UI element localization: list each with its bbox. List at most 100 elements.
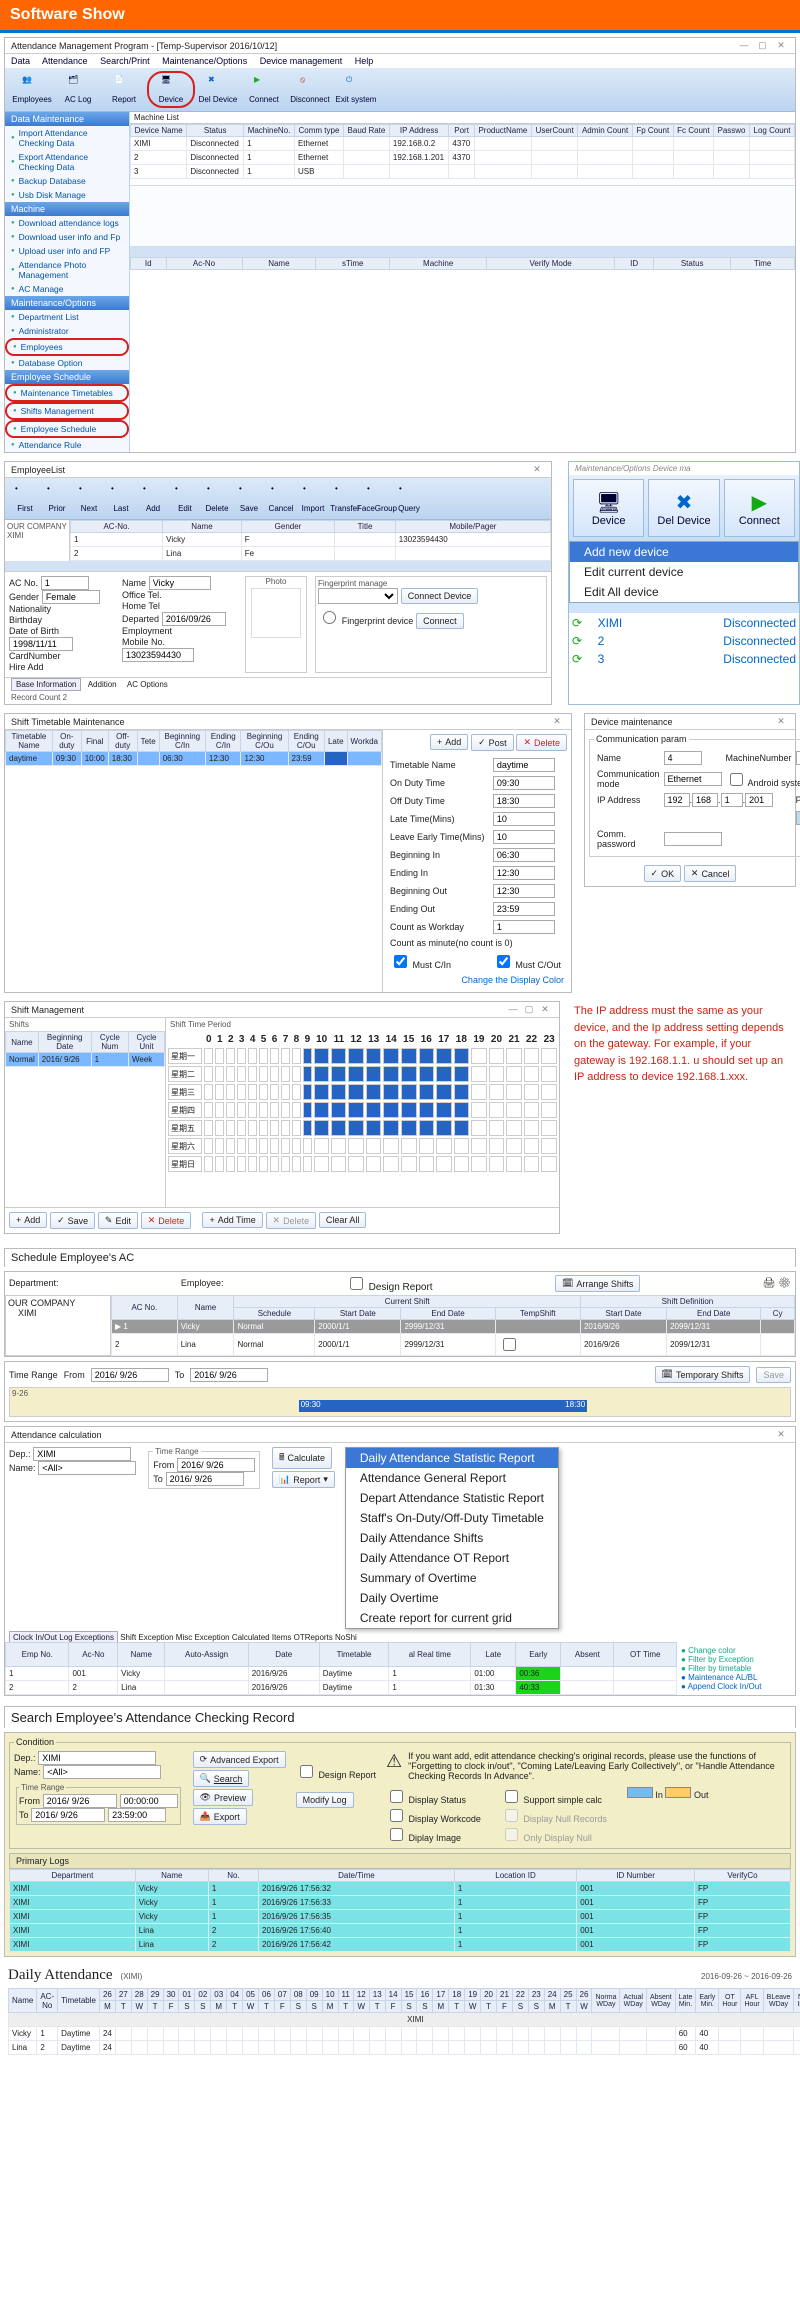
rpt-daily-shifts[interactable]: Daily Attendance Shifts	[346, 1528, 558, 1548]
menu-data[interactable]: Data	[11, 56, 30, 66]
ac-dep-select[interactable]	[33, 1447, 131, 1461]
tab-base-info[interactable]: Base Information	[11, 678, 81, 691]
side-photo-mgmt[interactable]: Attendance Photo Management	[5, 258, 129, 282]
sm-addtime-btn[interactable]: + Add Time	[202, 1212, 262, 1228]
dm-machnum-input[interactable]	[796, 751, 800, 765]
side-db-option[interactable]: Database Option	[5, 356, 129, 370]
big-deldevice-btn[interactable]: ✖Del Device	[648, 479, 719, 537]
min-icon[interactable]: —	[505, 1004, 521, 1014]
menu-edit-all[interactable]: Edit All device	[570, 582, 798, 602]
link-change-color[interactable]: ● Change color	[681, 1646, 791, 1655]
connect-btn2[interactable]: Connect	[416, 613, 464, 629]
simple-calc-check[interactable]	[505, 1790, 518, 1803]
temp-check[interactable]	[503, 1338, 516, 1351]
ac-to-input[interactable]	[166, 1472, 244, 1486]
dm-cancel-btn[interactable]: ✕ Cancel	[684, 865, 737, 882]
menu-search-print[interactable]: Search/Print	[100, 56, 150, 66]
rpt-general[interactable]: Attendance General Report	[346, 1468, 558, 1488]
tt-add-btn[interactable]: + Add	[430, 734, 468, 750]
emptb-FaceGroup[interactable]: •FaceGroup	[361, 481, 393, 516]
tt-onduty-input[interactable]	[493, 776, 555, 790]
dob-input[interactable]	[9, 637, 73, 651]
dept-tree-root[interactable]: OUR COMPANY	[7, 522, 67, 531]
max-icon[interactable]: ▢	[521, 1004, 537, 1015]
connect-device-btn[interactable]: Connect Device	[401, 588, 479, 604]
s-to-date[interactable]	[31, 1808, 105, 1822]
adv-export-btn[interactable]: ⟳ Advanced Export	[193, 1751, 286, 1768]
search-btn[interactable]: 🔍 Search	[193, 1770, 250, 1787]
side-shifts-mgmt[interactable]: Shifts Management	[5, 402, 129, 420]
tab-addition[interactable]: Addition	[84, 679, 121, 690]
menu-device-mgmt[interactable]: Device management	[260, 56, 343, 66]
rpt-daily-ot[interactable]: Daily Overtime	[346, 1588, 558, 1608]
side-maint-tt[interactable]: Maintenance Timetables	[5, 384, 129, 402]
employees-button[interactable]: 👥Employees	[9, 72, 55, 107]
aclog-button[interactable]: 🗂AC Log	[55, 72, 101, 107]
tt-endin-input[interactable]	[493, 866, 555, 880]
sm-clear-btn[interactable]: Clear All	[319, 1212, 367, 1228]
close-icon[interactable]: ✕	[537, 1004, 553, 1015]
side-maint-opts[interactable]: Maintenance/Options	[5, 296, 129, 310]
link-filter-tt[interactable]: ● Filter by timetable	[681, 1664, 791, 1673]
fp-device-select[interactable]	[318, 588, 398, 604]
temp-shifts-btn[interactable]: 🗓 Temporary Shifts	[655, 1366, 751, 1383]
tab-shiftex[interactable]: Shift Exception	[120, 1633, 173, 1642]
rpt-sumot[interactable]: Summary of Overtime	[346, 1568, 558, 1588]
side-import-ac[interactable]: Import Attendance Checking Data	[5, 126, 129, 150]
sched-tree-child[interactable]: XIMI	[8, 1308, 108, 1318]
tt-beginout-input[interactable]	[493, 884, 555, 898]
tab-machine-list[interactable]: Machine List	[130, 112, 795, 124]
sm-save-btn[interactable]: ✓ Save	[50, 1212, 95, 1229]
disconnect-button[interactable]: ⦸Disconnect	[287, 72, 333, 107]
device-button[interactable]: 🖥Device	[147, 71, 195, 108]
dept-tree-child[interactable]: XIMI	[7, 531, 67, 540]
emptb-Delete[interactable]: •Delete	[201, 481, 233, 516]
s-from-time[interactable]	[120, 1794, 178, 1808]
side-att-rule[interactable]: Attendance Rule	[5, 438, 129, 452]
side-backup-db[interactable]: Backup Database	[5, 174, 129, 188]
close-icon[interactable]: ✕	[773, 40, 789, 51]
fp-device-radio[interactable]	[323, 611, 336, 624]
dm-port-input[interactable]	[796, 811, 800, 825]
link-filter-ex[interactable]: ● Filter by Exception	[681, 1655, 791, 1664]
modify-log-btn[interactable]: Modify Log	[296, 1792, 354, 1808]
emptb-Prior[interactable]: •Prior	[41, 481, 73, 516]
tt-del-btn[interactable]: ✕ Delete	[516, 734, 567, 751]
tt-beginin-input[interactable]	[493, 848, 555, 862]
side-dl-logs[interactable]: Download attendance logs	[5, 216, 129, 230]
tr-from-input[interactable]	[91, 1368, 169, 1382]
close-icon[interactable]: ✕	[773, 1429, 789, 1440]
change-color-link[interactable]: Change the Display Color	[461, 975, 564, 985]
sm-add-btn[interactable]: + Add	[9, 1212, 47, 1228]
minimize-icon[interactable]: —	[736, 40, 752, 50]
tt-late-input[interactable]	[493, 812, 555, 826]
side-ul-userfp[interactable]: Upload user info and FP	[5, 244, 129, 258]
tr-save-btn[interactable]: Save	[756, 1367, 791, 1383]
tab-ac-options[interactable]: AC Options	[123, 679, 172, 690]
tab-otreports[interactable]: OTReports	[294, 1633, 333, 1642]
gender-select[interactable]	[42, 590, 100, 604]
mustcout-check[interactable]	[497, 955, 510, 968]
side-machine[interactable]: Machine	[5, 202, 129, 216]
emptb-Cancel[interactable]: •Cancel	[265, 481, 297, 516]
ac-from-input[interactable]	[177, 1458, 255, 1472]
mobile-input[interactable]	[122, 648, 194, 662]
s-from-date[interactable]	[43, 1794, 117, 1808]
emptb-First[interactable]: •First	[9, 481, 41, 516]
tab-calcitems[interactable]: Calculated Items	[232, 1633, 292, 1642]
tt-workday-input[interactable]	[493, 920, 555, 934]
tab-noshi[interactable]: NoShi	[335, 1633, 357, 1642]
link-append-cio[interactable]: ● Append Clock In/Out	[681, 1682, 791, 1691]
big-device-btn[interactable]: 🖥Device	[573, 479, 644, 537]
emptb-Edit[interactable]: •Edit	[169, 481, 201, 516]
side-emp-sched-link[interactable]: Employee Schedule	[5, 420, 129, 438]
link-maint-albl[interactable]: ● Maintenance AL/BL	[681, 1673, 791, 1682]
dm-ok-btn[interactable]: ✓ OK	[644, 865, 682, 882]
sm-deltime-btn[interactable]: ✕ Delete	[266, 1212, 317, 1229]
tab-miscex[interactable]: Misc Exception	[176, 1633, 230, 1642]
emptb-Query[interactable]: •Query	[393, 481, 425, 516]
disp-image-check[interactable]	[390, 1828, 403, 1841]
dm-name-input[interactable]	[664, 751, 702, 765]
tt-endout-input[interactable]	[493, 902, 555, 916]
emptb-Last[interactable]: •Last	[105, 481, 137, 516]
